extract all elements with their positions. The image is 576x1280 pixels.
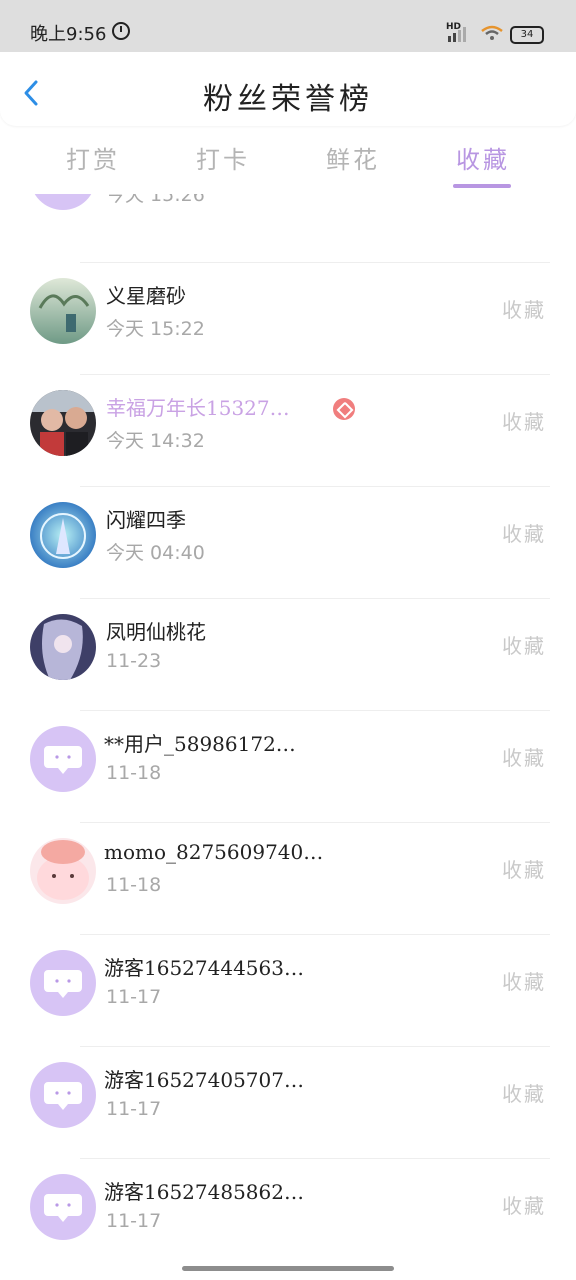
favorite-label: 收藏 [502, 298, 546, 322]
list-item-time: 今天 15:26 [106, 194, 205, 206]
list-item-name: 游客16527485862… [104, 1180, 304, 1204]
chat-bubble-avatar-icon [30, 1062, 96, 1128]
list-item[interactable]: 今天 15:26 收藏 [0, 194, 576, 240]
favorite-label: 收藏 [502, 410, 546, 434]
list-item-name: 义星磨砂 [106, 284, 186, 308]
favorite-label: 收藏 [502, 1194, 546, 1218]
list-item-name: 闪耀四季 [106, 508, 186, 532]
list-item[interactable]: 凤明仙桃花 11-23 收藏 [0, 598, 576, 710]
status-time: 晚上9:56 [30, 24, 107, 45]
tab-checkin[interactable]: 打卡 [173, 140, 273, 175]
divider [80, 1158, 550, 1159]
favorite-label: 收藏 [502, 746, 546, 770]
favorite-label: 收藏 [502, 634, 546, 658]
avatar[interactable] [30, 502, 96, 568]
fan-list[interactable]: 今天 15:26 收藏 义星磨砂 今天 15:22 收藏 [0, 194, 576, 1280]
chat-bubble-avatar-icon [30, 726, 96, 792]
divider [80, 262, 550, 263]
list-item-name: 游客16527405707… [104, 1068, 304, 1092]
avatar[interactable] [30, 726, 96, 792]
signal-icon [446, 24, 472, 42]
avatar[interactable] [30, 1174, 96, 1240]
avatar[interactable] [30, 278, 96, 344]
wifi-icon [481, 25, 503, 40]
tab-favorites[interactable]: 收藏 [433, 140, 533, 175]
avatar[interactable] [30, 390, 96, 456]
list-item[interactable]: 游客16527444563… 11-17 收藏 [0, 934, 576, 1046]
home-indicator[interactable] [182, 1266, 394, 1271]
list-item-time: 11-18 [106, 874, 162, 896]
divider [80, 374, 550, 375]
page-title: 粉丝荣誉榜 [203, 82, 373, 117]
alarm-icon [112, 22, 130, 40]
tab-reward[interactable]: 打赏 [43, 140, 143, 175]
favorite-label: 收藏 [502, 970, 546, 994]
divider [80, 822, 550, 823]
list-item-time: 11-17 [106, 1098, 162, 1120]
divider [80, 486, 550, 487]
list-item-time: 今天 04:40 [106, 542, 205, 564]
list-item[interactable]: 义星磨砂 今天 15:22 收藏 [0, 262, 576, 374]
avatar[interactable] [30, 950, 96, 1016]
favorite-label: 收藏 [502, 858, 546, 882]
avatar[interactable] [30, 194, 96, 210]
list-item-name: 凤明仙桃花 [106, 620, 206, 644]
list-item[interactable]: 幸福万年长15327… 今天 14:32 收藏 [0, 374, 576, 486]
photo-avatar-icon [30, 390, 96, 456]
list-item-time: 11-17 [106, 986, 162, 1008]
avatar[interactable] [30, 614, 96, 680]
tab-flowers[interactable]: 鲜花 [303, 140, 403, 175]
header: 粉丝荣誉榜 [0, 52, 576, 126]
divider [80, 934, 550, 935]
list-item-time: 今天 14:32 [106, 430, 205, 452]
list-item-name: momo_8275609740… [104, 840, 324, 864]
list-item-time: 11-17 [106, 1210, 162, 1232]
diamond-icon [333, 398, 355, 420]
status-bar: 晚上9:56 HD 34 [0, 0, 576, 52]
divider [80, 710, 550, 711]
divider [80, 598, 550, 599]
list-item-time: 11-23 [106, 650, 162, 672]
divider [80, 1046, 550, 1047]
battery-icon: 34 [510, 26, 544, 44]
chat-bubble-avatar-icon [30, 194, 96, 210]
favorite-label: 收藏 [502, 1082, 546, 1106]
list-item[interactable]: momo_8275609740… 11-18 收藏 [0, 822, 576, 934]
chat-bubble-avatar-icon [30, 1174, 96, 1240]
list-item-name: 游客16527444563… [104, 956, 304, 980]
chat-bubble-avatar-icon [30, 950, 96, 1016]
avatar[interactable] [30, 838, 96, 904]
list-item-time: 今天 15:22 [106, 318, 205, 340]
favorite-label: 收藏 [502, 522, 546, 546]
cartoon-avatar-icon [30, 838, 96, 904]
list-item[interactable]: **用户_58986172… 11-18 收藏 [0, 710, 576, 822]
list-item[interactable]: 闪耀四季 今天 04:40 收藏 [0, 486, 576, 598]
list-item-name: 幸福万年长15327… [106, 396, 290, 420]
list-item[interactable]: 游客16527405707… 11-17 收藏 [0, 1046, 576, 1158]
photo-avatar-icon [30, 614, 96, 680]
avatar[interactable] [30, 1062, 96, 1128]
list-item-time: 11-18 [106, 762, 162, 784]
photo-avatar-icon [30, 502, 96, 568]
tab-active-indicator [453, 184, 511, 188]
tab-bar: 打赏 打卡 鲜花 收藏 [0, 132, 576, 194]
list-item[interactable]: 游客16527485862… 11-17 收藏 [0, 1158, 576, 1270]
photo-avatar-icon [30, 278, 96, 344]
list-item-name: **用户_58986172… [104, 732, 296, 756]
